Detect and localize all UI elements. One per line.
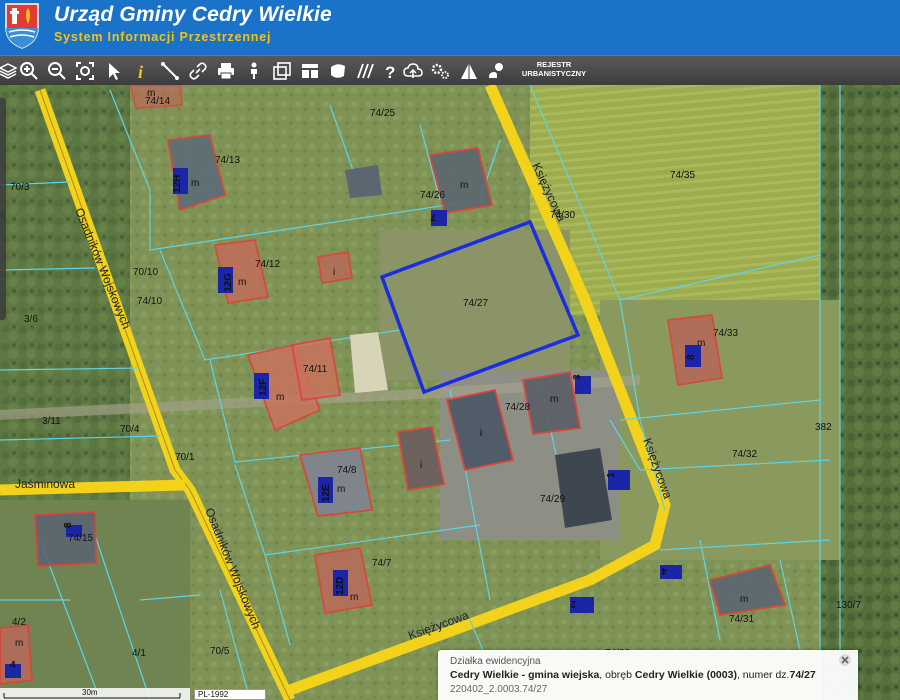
address-number: 2: [570, 598, 576, 609]
parcel-label: 70/5: [210, 646, 230, 657]
building-label: 8: [686, 354, 697, 360]
settings-icon[interactable]: [428, 59, 452, 83]
building-label: i: [480, 428, 482, 439]
parcel-label: 74/31: [729, 614, 754, 625]
parcel-label: 3/11: [42, 416, 61, 427]
rejestr-urbanistyczny-button[interactable]: REJESTR URBANISTYCZNY: [514, 60, 594, 82]
popup-parcel-id: 220402_2.0003.74/27: [450, 684, 548, 695]
layout-icon[interactable]: [298, 59, 322, 83]
parcel-label: 4/1: [132, 648, 146, 659]
popup-parcel-number: 74/27: [789, 669, 816, 681]
hatch-icon[interactable]: [353, 59, 377, 83]
app-subtitle: System Informacji Przestrzennej: [54, 30, 272, 44]
parcel-label: 4/2: [12, 617, 26, 628]
address-number: 4: [10, 660, 16, 671]
building-label: m: [276, 392, 284, 403]
measure-icon[interactable]: [158, 59, 182, 83]
building-label: 12D: [335, 577, 346, 595]
zoom-out-icon[interactable]: [45, 59, 69, 83]
municipality-coat-of-arms-icon: [5, 3, 39, 49]
parcel-label: 74/13: [215, 155, 240, 166]
link-icon[interactable]: [186, 59, 210, 83]
parcel-label: 74/26: [420, 190, 445, 201]
map-canvas[interactable]: 74/14 74/25 74/13 74/26 70/3 74/35 74/30 74/12 7…: [0, 85, 900, 700]
map-toolbar: i ? REJESTR URBANISTYCZNY: [0, 55, 900, 85]
crs-select[interactable]: PL-1992: [194, 689, 266, 700]
popup-municipality: Cedry Wielkie - gmina wiejska: [450, 669, 600, 681]
address-number: 8: [63, 522, 74, 528]
zoom-extent-icon[interactable]: [73, 59, 97, 83]
parcel-label: 74/7: [372, 558, 392, 569]
popup-parcel-description: Cedry Wielkie - gmina wiejska, obręb Ced…: [450, 669, 816, 681]
parcel-info-popup: Działka ewidencyjna Cedry Wielkie - gmin…: [438, 650, 858, 700]
close-icon[interactable]: [838, 653, 852, 667]
building-label: m: [550, 394, 558, 405]
parcel-label: 74/15: [68, 533, 93, 544]
street-view-icon[interactable]: [242, 59, 266, 83]
parcel-label: 74/11: [303, 364, 328, 375]
parcel-label: 74/10: [137, 296, 162, 307]
help-icon[interactable]: ?: [378, 59, 402, 83]
print-icon[interactable]: [214, 59, 238, 83]
parcel-label: 70/3: [10, 182, 30, 193]
parcel-label: 74/29: [540, 494, 565, 505]
svg-text:?: ?: [385, 63, 395, 81]
building-label: 12F: [258, 379, 269, 396]
parcel-label: 70/4: [120, 424, 140, 435]
user-location-icon[interactable]: [484, 59, 508, 83]
building-label: 12G: [223, 273, 234, 292]
popup-sep2: , numer dz.: [736, 669, 790, 681]
prism-icon[interactable]: [457, 59, 481, 83]
building-label: 12H: [172, 175, 183, 193]
building-label: m: [697, 338, 705, 349]
popup-precinct: Cedry Wielkie (0003): [634, 669, 737, 681]
cloud-upload-icon[interactable]: [401, 59, 425, 83]
orthophoto-map[interactable]: 74/1474/2574/1374/2670/374/3574/3074/127…: [0, 85, 900, 700]
popup-title: Działka ewidencyjna: [450, 656, 541, 667]
building-label: m: [191, 178, 199, 189]
parcel-label: 74/25: [370, 108, 395, 119]
parcel-label: 74/12: [255, 259, 280, 270]
zoom-in-icon[interactable]: [17, 59, 41, 83]
draw-shape-icon[interactable]: [326, 59, 350, 83]
parcel-label: 74/33: [713, 328, 738, 339]
info-icon[interactable]: i: [130, 59, 154, 83]
building-label: m: [460, 180, 468, 191]
app-header: Urząd Gminy Cedry Wielkie System Informa…: [0, 0, 900, 55]
popup-sep1: , obręb: [599, 669, 635, 681]
svg-text:i: i: [138, 62, 143, 81]
side-panel-handle[interactable]: [0, 98, 6, 320]
pointer-icon[interactable]: [102, 59, 126, 83]
building-label: m: [337, 484, 345, 495]
building-label: m: [147, 88, 155, 99]
building-label: i: [333, 267, 335, 278]
parcel-label: 74/32: [732, 449, 757, 460]
parcel-label: 74/35: [670, 170, 695, 181]
scale-bar: 30m: [0, 688, 190, 700]
parcel-label: 382: [815, 422, 832, 433]
address-number: 3: [572, 374, 583, 380]
building-label: m: [238, 277, 246, 288]
app-title: Urząd Gminy Cedry Wielkie: [54, 3, 332, 26]
rejestr-label-line2: URBANISTYCZNY: [521, 69, 587, 78]
road-name-label: Jaśminowa: [15, 477, 75, 491]
parcel-label: 70/1: [175, 452, 195, 463]
parcel-label: 74/27: [463, 298, 488, 309]
export-icon[interactable]: [270, 59, 294, 83]
parcel-label: 70/10: [133, 267, 158, 278]
address-number: 4: [661, 565, 667, 576]
building-label: 12E: [321, 484, 332, 502]
address-number: 7: [430, 211, 436, 222]
building-label: m: [350, 592, 358, 603]
building-label: i: [420, 460, 422, 471]
building-label: m: [740, 594, 748, 605]
rejestr-label-line1: REJESTR: [536, 60, 572, 69]
parcel-label: 74/8: [337, 465, 357, 476]
building-label: m: [15, 638, 23, 649]
scale-label: 30m: [82, 688, 98, 697]
address-number: 1: [606, 472, 617, 478]
parcel-label: 130/7: [836, 600, 861, 611]
parcel-label: 74/28: [505, 402, 530, 413]
parcel-label: 3/6: [24, 314, 38, 325]
